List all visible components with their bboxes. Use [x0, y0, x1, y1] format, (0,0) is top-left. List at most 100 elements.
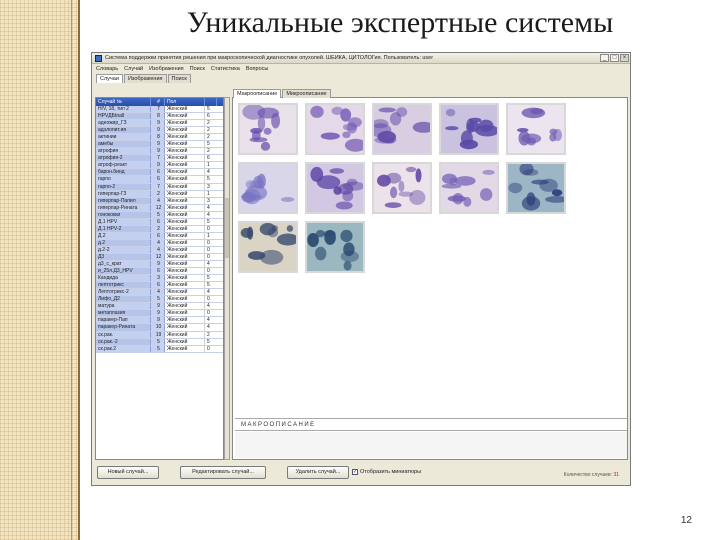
- menu-questions[interactable]: Вопросы: [246, 66, 269, 72]
- table-row[interactable]: метаплазия 9 Женский 0: [96, 310, 223, 318]
- table-cell: 4: [151, 197, 165, 204]
- table-row[interactable]: амебы 9 Женский 5: [96, 141, 223, 149]
- menu-case[interactable]: Случай: [124, 66, 143, 72]
- table-cell: 3: [151, 275, 165, 282]
- table-row[interactable]: адэлопит.ия 9 Женский 2: [96, 127, 223, 135]
- table-row[interactable]: гиперпар-Папил 4 Женский 3: [96, 197, 223, 205]
- cell-blob: [240, 227, 253, 238]
- new-case-button[interactable]: Новый случай...: [97, 466, 159, 479]
- table-row[interactable]: Д.1 HPV-2 2 Женский 0: [96, 225, 223, 233]
- table-cell: 7: [151, 155, 165, 162]
- delete-case-button[interactable]: Удалить случай...: [287, 466, 349, 479]
- image-thumbnail[interactable]: [238, 221, 299, 273]
- table-row[interactable]: лептотрикс 6 Женский 5: [96, 282, 223, 290]
- image-thumbnail[interactable]: [305, 221, 365, 273]
- scrollbar-thumb[interactable]: [225, 198, 229, 258]
- table-row[interactable]: барон.бинд 6 Женский 4: [96, 169, 223, 177]
- table-cell: Женский: [165, 225, 205, 232]
- table-cell: 6: [151, 169, 165, 176]
- table-cell: 9: [151, 148, 165, 155]
- image-thumbnail[interactable]: [506, 162, 568, 214]
- table-cell: Кандида: [96, 275, 151, 282]
- table-cell: 4: [205, 289, 217, 296]
- edit-case-button[interactable]: Редактировать случай...: [180, 466, 266, 479]
- table-row[interactable]: матура 9 Женский 4: [96, 303, 223, 311]
- image-thumbnail[interactable]: [372, 162, 432, 214]
- maximize-button[interactable]: □: [610, 54, 619, 62]
- table-row[interactable]: ск.рак. 19 Женский 2: [96, 331, 223, 339]
- table-row[interactable]: Лифо_Д2 5 Женский 0: [96, 296, 223, 304]
- table-cell: Женский: [165, 338, 205, 345]
- menu-statistics[interactable]: Статистика: [211, 66, 240, 72]
- table-row[interactable]: гарпо-2 7 Женский 3: [96, 183, 223, 191]
- table-row[interactable]: Д.2 6 Женский 1: [96, 232, 223, 240]
- image-thumbnail[interactable]: [439, 162, 499, 214]
- image-thumbnail[interactable]: [506, 103, 566, 155]
- table-row[interactable]: Д3 12 Женский 0: [96, 253, 223, 262]
- image-thumbnail[interactable]: [238, 103, 298, 155]
- table-row[interactable]: д3_с_крат 9 Женский 4: [96, 261, 223, 269]
- table-row[interactable]: д.2 4 Женский 0: [96, 239, 223, 247]
- col-extra[interactable]: [205, 98, 217, 106]
- table-row[interactable]: Д.1 HPV 6 Женский 5: [96, 218, 223, 226]
- table-cell: Женский: [165, 345, 205, 352]
- checkbox[interactable]: ✓: [352, 469, 358, 475]
- table-row[interactable]: актинии 8 Женский 2: [96, 134, 223, 142]
- table-row[interactable]: атроф-реакт 9 Женский 1: [96, 162, 223, 170]
- grid-scrollbar[interactable]: [224, 97, 230, 460]
- table-row[interactable]: паракер-Пап 9 Женский 4: [96, 317, 223, 325]
- menu-search[interactable]: Поиск: [190, 66, 205, 72]
- tab-images[interactable]: Изображения: [123, 74, 167, 83]
- table-row[interactable]: ск.рак.2 5 Женский 0: [96, 345, 223, 353]
- table-cell: 4: [205, 211, 217, 218]
- table-row[interactable]: гиперпар-Рината 12 Женский 4: [96, 204, 223, 212]
- cell-blob: [466, 118, 475, 134]
- cell-blob: [378, 107, 396, 113]
- image-thumbnail[interactable]: [305, 162, 365, 214]
- table-cell: 2: [205, 148, 217, 155]
- col-sex[interactable]: Пол: [165, 98, 205, 106]
- macro-description-field[interactable]: [235, 432, 627, 458]
- table-row[interactable]: и_25л.Д3_HPV 6 Женский 0: [96, 268, 223, 276]
- table-row[interactable]: ск.рак.-2 5 Женский 5: [96, 338, 223, 346]
- image-thumbnail[interactable]: [305, 103, 367, 155]
- macro-description-label: МАКРООПИСАНИЕ: [235, 418, 627, 431]
- menu-images[interactable]: Изображения: [149, 66, 184, 72]
- table-row[interactable]: гиперпар-ГЗ 2 Женский 1: [96, 190, 223, 198]
- table-cell: Женский: [165, 282, 205, 289]
- table-row[interactable]: Кандида 3 Женский 5: [96, 275, 223, 283]
- table-row[interactable]: д.2-2 4 Женский 0: [96, 246, 223, 254]
- window-titlebar[interactable]: Система поддержки принятия решения при м…: [92, 53, 630, 64]
- image-thumbnail[interactable]: [238, 162, 298, 214]
- image-thumbnail[interactable]: [370, 103, 435, 155]
- table-cell: 1: [205, 190, 217, 197]
- tab-micro-description[interactable]: Микроописание: [282, 89, 331, 98]
- col-case-number[interactable]: Случай №: [96, 98, 151, 106]
- table-cell: 0: [205, 253, 217, 261]
- cell-blob: [447, 195, 467, 202]
- tab-cases[interactable]: Случаи: [96, 74, 123, 83]
- col-count[interactable]: #: [151, 98, 165, 106]
- show-thumbnails-toggle[interactable]: ✓ Отобразить миниатюры: [352, 469, 421, 475]
- cell-cluster-image: [242, 104, 281, 151]
- cell-blob: [398, 180, 405, 193]
- minimize-button[interactable]: _: [600, 54, 609, 62]
- table-cell: Женский: [165, 155, 205, 162]
- tab-search[interactable]: Поиск: [167, 74, 191, 83]
- table-cell: Женский: [165, 275, 205, 282]
- table-row[interactable]: Лептотрикс-2 4 Женский 4: [96, 289, 223, 297]
- table-cell: атроф-реакт: [96, 162, 151, 169]
- table-row[interactable]: гарпо 6 Женский 5: [96, 176, 223, 184]
- table-row[interactable]: адеожир_ГЗ 9 Женский 2: [96, 120, 223, 128]
- table-row[interactable]: H/V, 18, тип 2 7 Женский 5: [96, 106, 223, 114]
- table-row[interactable]: атрофия-2 7 Женский 6: [96, 155, 223, 163]
- table-cell: 8: [151, 134, 165, 141]
- menu-dictionary[interactable]: Словарь: [96, 66, 118, 72]
- table-row[interactable]: паракер-Рината 10 Женский 4: [96, 324, 223, 332]
- table-row[interactable]: HPVДБtnall 8 Женский 6: [96, 113, 223, 121]
- image-thumbnail[interactable]: [439, 103, 500, 155]
- table-row[interactable]: атрофия 9 Женский 2: [96, 148, 223, 156]
- tab-macro-description[interactable]: Макроописание: [233, 89, 282, 98]
- table-row[interactable]: гонококки 5 Женский 4: [96, 211, 223, 219]
- close-button[interactable]: ×: [620, 54, 629, 62]
